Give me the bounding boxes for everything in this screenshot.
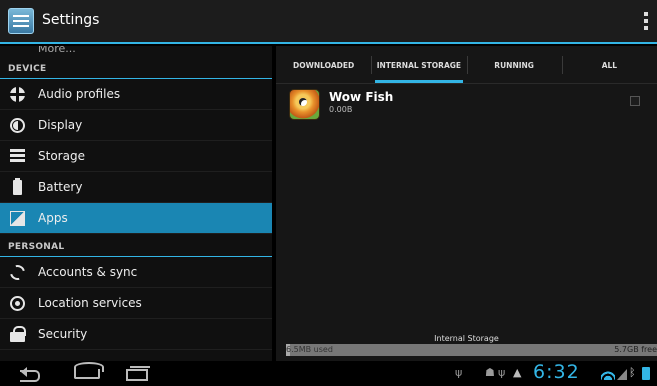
section-header-personal: PERSONAL [0, 234, 272, 257]
recent-apps-icon[interactable] [126, 366, 150, 381]
settings-item-label: Battery [38, 180, 83, 194]
settings-item-label: Audio profiles [38, 87, 121, 101]
wifi-icon [601, 368, 615, 380]
battery-icon [13, 178, 22, 195]
storage-label: Internal Storage [434, 334, 499, 343]
app-size: 0.00B [329, 105, 353, 114]
wow-fish-app-icon [289, 89, 320, 120]
storage-used-text: 6.5MB used [286, 345, 333, 354]
settings-item-location-services[interactable]: Location services [0, 288, 272, 319]
settings-item-label: Storage [38, 149, 85, 163]
tab-downloaded[interactable]: DOWNLOADED [276, 46, 371, 83]
settings-item-storage[interactable]: Storage [0, 141, 272, 172]
apps-pane: DOWNLOADED INTERNAL STORAGE RUNNING ALL … [276, 46, 657, 361]
back-icon[interactable] [16, 367, 42, 382]
app-checkbox[interactable] [630, 96, 640, 106]
audio-profiles-icon [10, 87, 25, 102]
apps-tabs: DOWNLOADED INTERNAL STORAGE RUNNING ALL [276, 46, 657, 84]
settings-list: More... DEVICE Audio profiles Display St… [0, 46, 272, 361]
settings-item-label: Display [38, 118, 83, 132]
settings-item-label: Accounts & sync [38, 265, 138, 279]
settings-item-accounts-sync[interactable]: Accounts & sync [0, 257, 272, 288]
settings-item-security[interactable]: Security [0, 319, 272, 350]
home-icon[interactable] [74, 362, 104, 379]
overflow-menu-icon[interactable] [643, 12, 649, 32]
signal-icon [617, 369, 627, 380]
page-title: Settings [42, 12, 100, 28]
settings-item-display[interactable]: Display [0, 110, 272, 141]
system-nav-bar: ψ ☗ ψ ▲ 6:32 ᛒ [0, 361, 657, 386]
bluetooth-icon: ᛒ [629, 366, 636, 379]
battery-status-icon [642, 367, 650, 380]
section-header-device: DEVICE [0, 56, 272, 79]
tab-all[interactable]: ALL [561, 46, 657, 83]
app-list-item[interactable]: Wow Fish 0.00B [276, 84, 657, 124]
usb-debug-icon: ☗ [485, 366, 495, 379]
storage-usage-bar: 6.5MB used 5.7GB free [286, 344, 657, 356]
settings-item-battery[interactable]: Battery [0, 172, 272, 203]
usb-icon: ψ [498, 366, 506, 379]
warning-icon: ▲ [513, 366, 522, 379]
display-icon [10, 118, 25, 133]
status-clock[interactable]: 6:32 [533, 361, 580, 383]
settings-icon[interactable] [8, 8, 34, 34]
location-icon [10, 296, 25, 311]
settings-item-more[interactable]: More... [0, 46, 272, 56]
storage-icon [10, 149, 25, 164]
app-name: Wow Fish [329, 90, 394, 104]
settings-item-label: Security [38, 327, 88, 341]
settings-item-label: Location services [38, 296, 142, 310]
sync-icon [7, 262, 28, 283]
settings-item-partial[interactable] [0, 350, 272, 360]
usb-icon: ψ [455, 366, 463, 379]
storage-free-text: 5.7GB free [614, 345, 657, 354]
tab-running[interactable]: RUNNING [466, 46, 562, 83]
lock-icon [10, 326, 26, 342]
settings-item-apps[interactable]: Apps [0, 203, 272, 234]
action-bar: Settings [0, 0, 657, 44]
settings-item-label: Apps [38, 211, 68, 225]
tab-internal-storage[interactable]: INTERNAL STORAGE [371, 46, 466, 83]
settings-item-audio-profiles[interactable]: Audio profiles [0, 79, 272, 110]
apps-icon [10, 211, 25, 226]
settings-item-label: More... [38, 46, 76, 55]
